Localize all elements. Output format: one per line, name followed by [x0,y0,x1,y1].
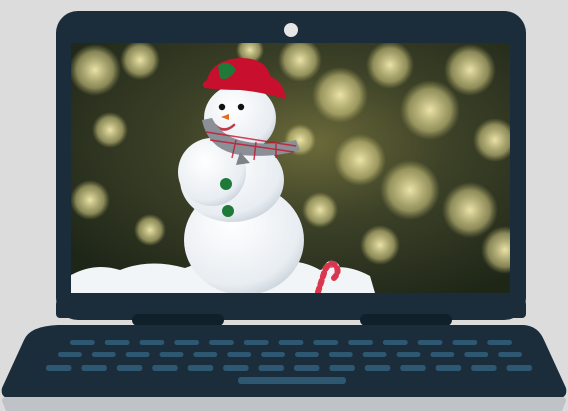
keyboard-key [91,352,116,357]
snowman-right-eye [237,103,245,111]
keyboard-key [396,352,421,357]
screen-photo [71,43,510,293]
keyboard-key [227,352,252,357]
keyboard-key [193,352,218,357]
keyboard-key [58,352,82,357]
keyboard-key [125,352,150,357]
keyboard-key [382,340,408,345]
snowman-button-top [220,178,232,190]
keyboard-key [174,340,200,345]
keyboard-key [400,365,426,371]
keyboard-key [464,352,489,357]
keyboard-key [417,340,443,345]
keyboard-key [295,352,319,357]
webcam-icon [284,23,298,37]
keyboard-deck [1,325,567,398]
keyboard-key [70,340,95,345]
keyboard-key [364,365,391,371]
keyboard-key [435,365,462,371]
keyboard-key [362,352,387,357]
laptop-svg [1,11,567,411]
keyboard-key [261,352,285,357]
hinge-left [132,314,224,326]
keyboard-key [104,340,130,345]
hinge-right [360,314,452,326]
keyboard-key [430,352,455,357]
keyboard-key [159,352,184,357]
keyboard-key [498,352,522,357]
laptop-illustration [0,0,568,411]
keyboard-key [139,340,165,345]
keyboard-key [223,365,249,371]
snowman-left-eye [218,103,226,111]
keyboard-key [152,365,178,371]
keyboard-key [209,340,234,345]
keyboard-key [294,365,320,371]
keyboard-key [258,365,284,371]
keyboard-key [116,365,143,371]
spacebar-key [238,377,346,384]
keyboard-key [506,365,532,371]
keyboard-key [313,340,339,345]
base-front-edge [2,397,566,411]
keyboard-key [278,340,304,345]
keyboard-key [243,340,269,345]
keyboard-key [471,365,497,371]
keyboard-key [348,340,373,345]
keyboard-key [328,352,353,357]
hinge-band [56,300,526,318]
keyboard-key [81,365,107,371]
keyboard-key [487,340,512,345]
keyboard-key [452,340,478,345]
keyboard-key [187,365,214,371]
keyboard-key [46,365,72,371]
snowman-button-bottom [222,205,234,217]
keyboard-key [329,365,355,371]
